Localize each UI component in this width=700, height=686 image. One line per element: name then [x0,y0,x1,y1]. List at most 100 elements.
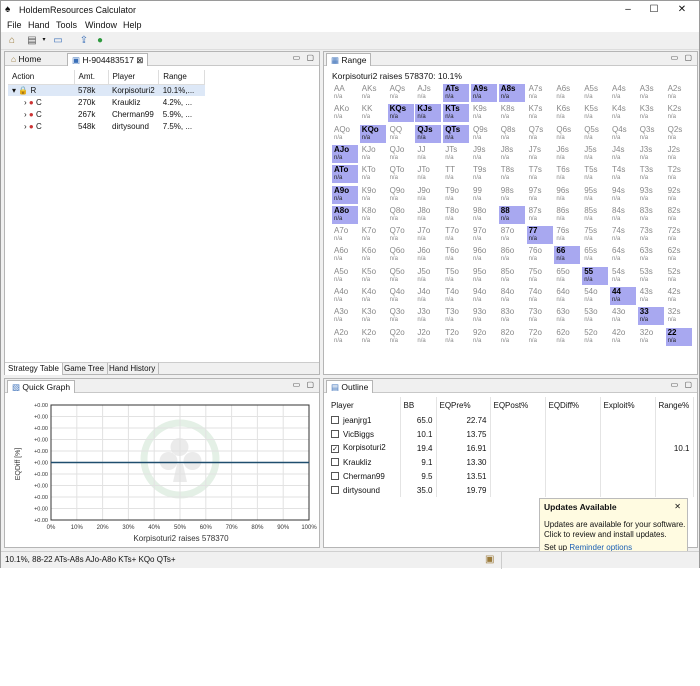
expander-icon[interactable]: › [12,98,27,107]
range-cell-Q3s[interactable]: Q3s n/a [638,125,664,143]
range-cell-A7o[interactable]: A7o n/a [332,226,358,244]
range-cell-QJo[interactable]: QJo n/a [388,145,414,163]
expander-icon[interactable]: › [12,110,27,119]
range-cell-KQo[interactable]: KQo n/a [359,124,386,143]
range-cell-KTo[interactable]: KTo n/a [360,165,386,183]
range-cell-73o[interactable]: 73o n/a [527,307,553,325]
range-cell-A3o[interactable]: A3o n/a [332,307,358,325]
range-cell-84o[interactable]: 84o n/a [499,287,525,305]
range-cell-54o[interactable]: 54o n/a [582,287,608,305]
col-eqdiff[interactable]: EQDiff% [545,397,601,413]
range-cell-93s[interactable]: 93s n/a [638,186,664,204]
col-player[interactable]: Player [328,397,401,413]
col-action[interactable]: Action [8,70,75,85]
range-cell-JJ[interactable]: JJ n/a [415,145,441,163]
range-cell-42o[interactable]: 42o n/a [610,328,636,346]
range-cell-K9o[interactable]: K9o n/a [360,186,386,204]
range-cell-K6o[interactable]: K6o n/a [360,246,386,264]
updates-popup[interactable]: Updates Available ✕ Updates are availabl… [539,498,688,555]
range-cell-62o[interactable]: 62o n/a [554,328,580,346]
close-button[interactable]: ✕ [669,2,695,18]
range-cell-K6s[interactable]: K6s n/a [554,104,580,122]
range-cell-AJs[interactable]: AJs n/a [415,84,441,102]
range-cell-KTs[interactable]: KTs n/a [443,104,470,123]
range-cell-65s[interactable]: 65s n/a [582,246,608,264]
range-cell-QTo[interactable]: QTo n/a [388,165,414,183]
range-cell-A4o[interactable]: A4o n/a [332,287,358,305]
range-cell-22[interactable]: 22 n/a [665,327,692,346]
range-cell-AKo[interactable]: AKo n/a [332,104,358,122]
range-cell-KJs[interactable]: KJs n/a [415,104,442,123]
range-cell-K8o[interactable]: K8o n/a [360,206,386,224]
range-cell-J8o[interactable]: J8o n/a [415,206,441,224]
range-cell-QJs[interactable]: QJs n/a [415,124,442,143]
range-cell-A4s[interactable]: A4s n/a [610,84,636,102]
range-cell-J5o[interactable]: J5o n/a [415,267,441,285]
range-cell-J2o[interactable]: J2o n/a [415,328,441,346]
range-cell-K4s[interactable]: K4s n/a [610,104,636,122]
expander-icon[interactable]: › [12,122,27,131]
player-checkbox[interactable] [331,429,339,438]
range-cell-T3o[interactable]: T3o n/a [443,307,469,325]
range-cell-K8s[interactable]: K8s n/a [499,104,525,122]
tab-strategy-table[interactable]: Strategy Table [5,363,63,375]
range-cell-A6s[interactable]: A6s n/a [554,84,580,102]
range-cell-AQs[interactable]: AQs n/a [388,84,414,102]
range-cell-99[interactable]: 99 n/a [471,186,497,204]
table-row[interactable]: Cherman99 9.5 13.51 [328,469,694,483]
range-cell-Q8s[interactable]: Q8s n/a [499,125,525,143]
range-cell-54s[interactable]: 54s n/a [610,267,636,285]
range-cell-Q9o[interactable]: Q9o n/a [388,186,414,204]
range-cell-87o[interactable]: 87o n/a [499,226,525,244]
close-tab-icon[interactable]: ⊠ [134,55,143,65]
range-cell-A8s[interactable]: A8s n/a [498,84,525,102]
range-cell-K3s[interactable]: K3s n/a [638,104,664,122]
tab-game-tree[interactable]: Game Tree [61,363,109,375]
range-cell-95o[interactable]: 95o n/a [471,267,497,285]
range-cell-64o[interactable]: 64o n/a [554,287,580,305]
range-cell-J6s[interactable]: J6s n/a [554,145,580,163]
range-cell-Q2s[interactable]: Q2s n/a [666,125,692,143]
popup-close-icon[interactable]: ✕ [674,502,681,511]
home-icon[interactable]: ⌂ [6,35,18,46]
range-cell-J8s[interactable]: J8s n/a [499,145,525,163]
range-cell-K2s[interactable]: K2s n/a [666,104,692,122]
range-cell-Q2o[interactable]: Q2o n/a [388,328,414,346]
range-cell-43s[interactable]: 43s n/a [638,287,664,305]
range-cell-95s[interactable]: 95s n/a [582,186,608,204]
expander-icon[interactable]: ▾ [12,86,16,95]
player-checkbox[interactable] [331,471,339,480]
range-cell-83s[interactable]: 83s n/a [638,206,664,224]
range-cell-T5s[interactable]: T5s n/a [582,165,608,183]
clipboard-icon[interactable]: ▣ [485,554,494,565]
range-cell-74s[interactable]: 74s n/a [610,226,636,244]
range-cell-JTo[interactable]: JTo n/a [415,165,441,183]
menu-window[interactable]: Window [85,20,117,30]
range-cell-AKs[interactable]: AKs n/a [360,84,386,102]
range-cell-T8s[interactable]: T8s n/a [499,165,525,183]
col-range[interactable]: Range [158,70,206,85]
range-cell-94o[interactable]: 94o n/a [471,287,497,305]
range-cell-J6o[interactable]: J6o n/a [415,246,441,264]
menu-file[interactable]: File [7,20,22,30]
range-cell-97s[interactable]: 97s n/a [527,186,553,204]
range-cell-72o[interactable]: 72o n/a [527,328,553,346]
pane-minmax-icon[interactable]: ▭ ▢ [293,53,316,62]
range-cell-62s[interactable]: 62s n/a [666,246,692,264]
pane-minmax-icon[interactable]: ▭ ▢ [671,53,694,62]
range-cell-T4s[interactable]: T4s n/a [610,165,636,183]
range-cell-82s[interactable]: 82s n/a [666,206,692,224]
range-cell-J9s[interactable]: J9s n/a [471,145,497,163]
range-cell-A6o[interactable]: A6o n/a [332,246,358,264]
pane-minmax-icon[interactable]: ▭ ▢ [671,380,694,389]
range-cell-A7s[interactable]: A7s n/a [527,84,553,102]
range-cell-J3o[interactable]: J3o n/a [415,307,441,325]
player-checkbox[interactable] [331,485,339,494]
range-cell-94s[interactable]: 94s n/a [610,186,636,204]
table-row[interactable]: › ● C 270k Kraukliz 4.2%, ... [8,96,205,108]
range-cell-87s[interactable]: 87s n/a [527,206,553,224]
range-cell-QTs[interactable]: QTs n/a [443,124,470,143]
maximize-button[interactable]: ☐ [641,2,667,18]
menu-hand[interactable]: Hand [28,20,50,30]
col-eqpost[interactable]: EQPost% [490,397,546,413]
